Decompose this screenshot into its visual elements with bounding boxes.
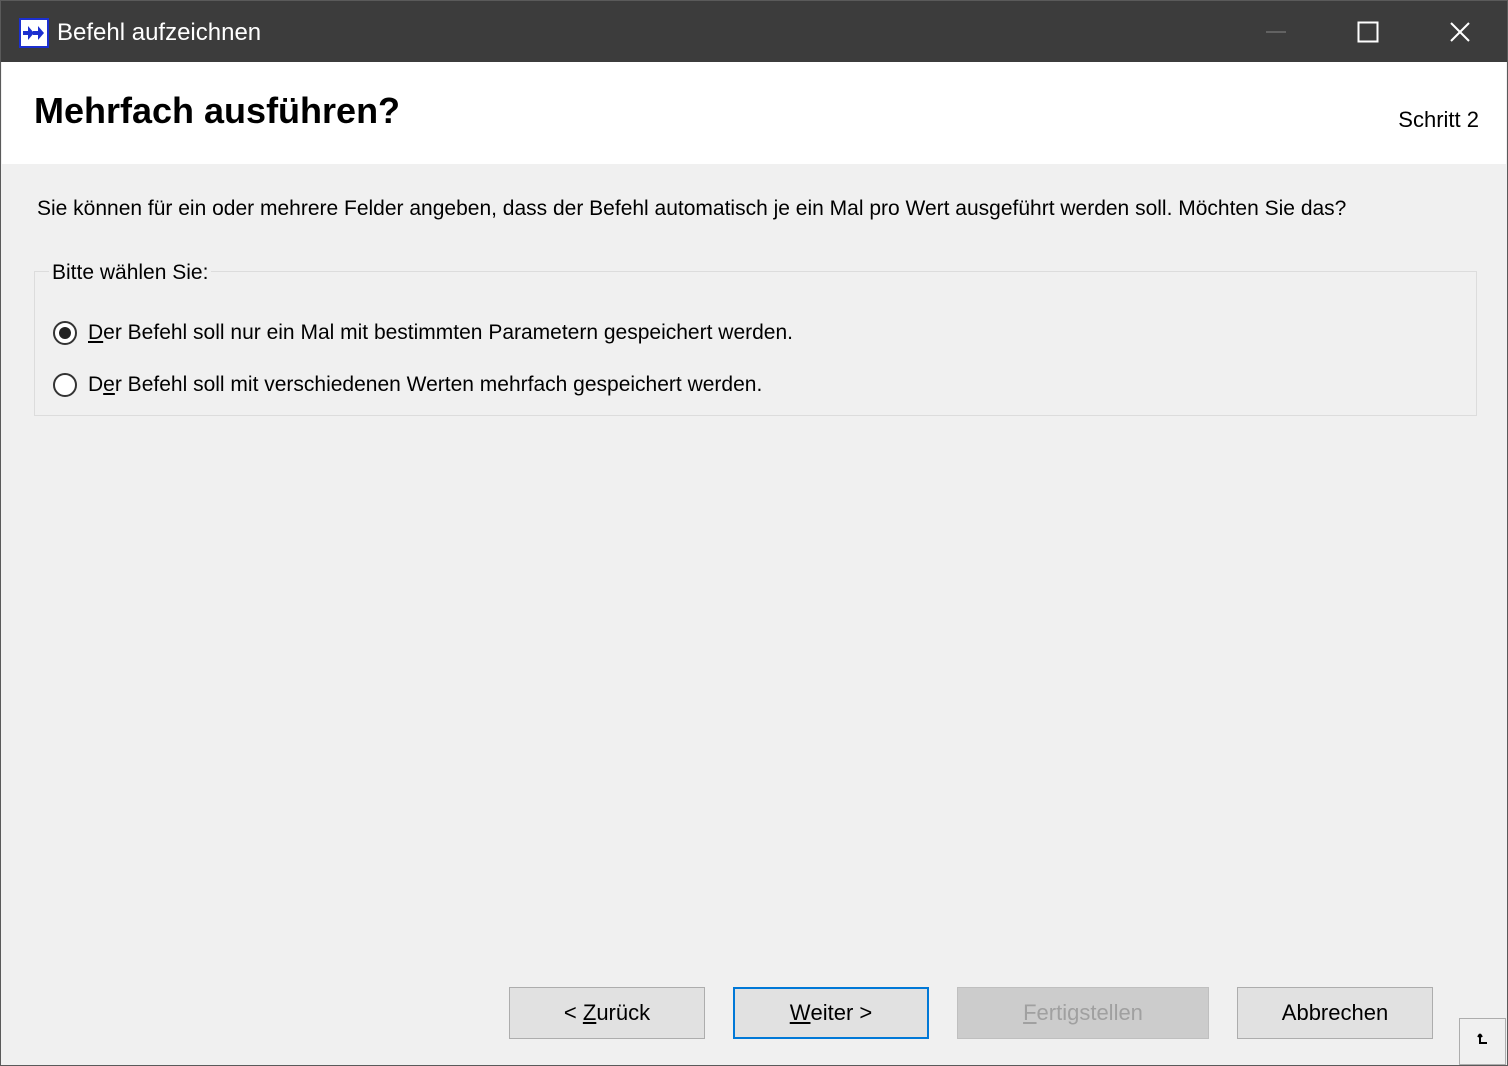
close-button[interactable]	[1413, 1, 1505, 62]
finish-button: Fertigstellen	[957, 987, 1209, 1039]
window-title: Befehl aufzeichnen	[57, 19, 262, 46]
cancel-button[interactable]: Abbrechen	[1237, 987, 1433, 1039]
mnemonic-letter: e	[103, 373, 115, 396]
label-text: ertigstellen	[1036, 1000, 1143, 1025]
back-button[interactable]: < Zurück	[509, 987, 705, 1039]
wizard-header: Mehrfach ausführen? Schritt 2	[2, 62, 1506, 164]
mnemonic-letter: D	[88, 321, 104, 344]
radio-button-unchecked[interactable]	[53, 373, 77, 397]
radio-option-multiple[interactable]: Der Befehl soll mit verschiedenen Werten…	[53, 370, 762, 400]
mnemonic-letter: F	[1023, 1000, 1037, 1025]
size-grip-icon	[1477, 1033, 1487, 1044]
minimize-icon	[1266, 31, 1286, 33]
next-button[interactable]: Weiter >	[733, 987, 929, 1039]
step-indicator: Schritt 2	[1398, 107, 1479, 132]
label-text: er Befehl soll nur ein Mal mit bestimmte…	[103, 321, 793, 344]
description-text: Sie können für ein oder mehrere Felder a…	[37, 197, 1347, 220]
groupbox-label: Bitte wählen Sie:	[49, 259, 212, 287]
wizard-window: Befehl aufzeichnen Mehrfach ausführen? S…	[0, 0, 1508, 1066]
label-text: r Befehl soll mit verschiedenen Werten m…	[114, 373, 763, 396]
label-text: eiter >	[810, 1000, 873, 1025]
label-prefix: <	[563, 1000, 583, 1025]
mnemonic-letter: W	[789, 1000, 811, 1025]
title-bar[interactable]: Befehl aufzeichnen	[1, 1, 1507, 62]
page-title: Mehrfach ausführen?	[34, 90, 401, 131]
size-grip[interactable]	[1459, 1018, 1506, 1065]
close-icon	[1450, 22, 1470, 42]
radio-button-checked[interactable]	[53, 321, 77, 345]
minimize-button[interactable]	[1229, 1, 1321, 62]
label-prefix: D	[88, 373, 104, 396]
double-arrow-right-icon	[19, 18, 49, 48]
label-text: urück	[596, 1000, 651, 1025]
radio-option-single[interactable]: Der Befehl soll nur ein Mal mit bestimmt…	[53, 318, 793, 348]
mnemonic-letter: Z	[582, 1000, 597, 1025]
maximize-button[interactable]	[1321, 1, 1413, 62]
radio-option-multiple-label: Der Befehl soll mit verschiedenen Werten…	[88, 371, 762, 399]
maximize-icon	[1357, 21, 1379, 43]
radio-option-single-label: Der Befehl soll nur ein Mal mit bestimmt…	[88, 319, 793, 347]
